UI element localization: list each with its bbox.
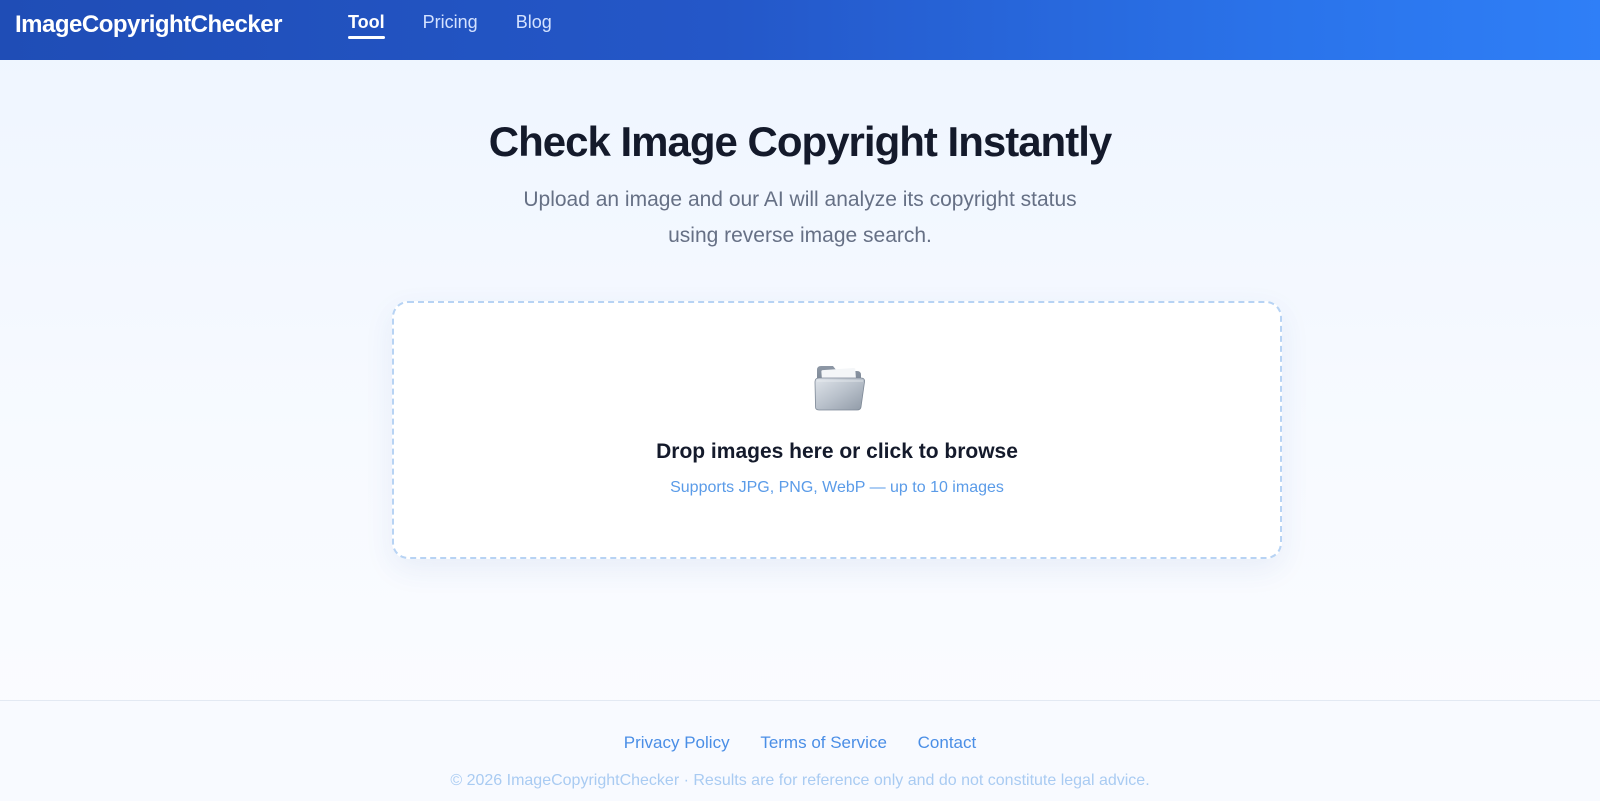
footer-copyright: © 2026 ImageCopyrightChecker · Results a… — [450, 772, 1150, 789]
page-subtitle: Upload an image and our AI will analyze … — [523, 188, 1077, 247]
drop-zone-title: Drop images here or click to browse — [656, 440, 1018, 463]
nav-item-tool[interactable]: Tool — [348, 12, 385, 39]
footer-link-contact[interactable]: Contact — [918, 733, 977, 752]
page-title: Check Image Copyright Instantly — [488, 118, 1112, 165]
nav-item-blog[interactable]: Blog — [516, 12, 552, 39]
footer-links: Privacy Policy Terms of Service Contact — [0, 733, 1600, 753]
drop-zone-hint: Supports JPG, PNG, WebP — up to 10 image… — [670, 479, 1004, 496]
nav-item-pricing[interactable]: Pricing — [423, 12, 478, 39]
folder-icon — [814, 366, 865, 411]
page: ImageCopyrightChecker Tool Pricing Blog … — [0, 0, 1600, 801]
upload-drop-zone[interactable]: Drop images here or click to browse Supp… — [392, 301, 1282, 559]
main-nav: Tool Pricing Blog — [348, 12, 590, 39]
brand-logo[interactable]: ImageCopyrightChecker — [15, 11, 282, 39]
top-header: ImageCopyrightChecker Tool Pricing Blog — [0, 0, 1600, 60]
footer: Privacy Policy Terms of Service Contact … — [0, 700, 1600, 801]
footer-link-privacy[interactable]: Privacy Policy — [624, 733, 730, 752]
footer-link-terms[interactable]: Terms of Service — [760, 733, 887, 752]
